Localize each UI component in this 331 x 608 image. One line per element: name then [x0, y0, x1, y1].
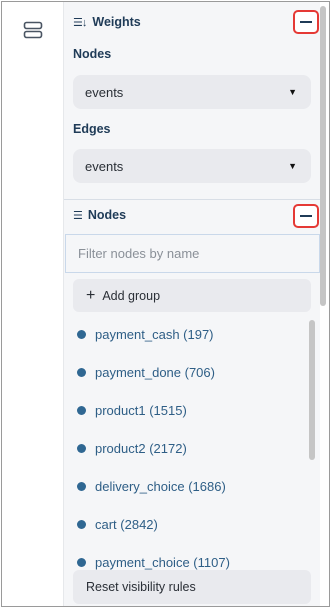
section-divider — [64, 199, 320, 200]
node-dot — [77, 520, 86, 529]
node-dot — [77, 444, 86, 453]
list-item[interactable]: product1 (1515) — [77, 403, 187, 418]
node-list: payment_cash (197) payment_done (706) pr… — [64, 316, 320, 570]
edges-weight-select[interactable]: events ▼ — [73, 149, 311, 183]
add-group-label: Add group — [102, 288, 161, 303]
weights-collapse-button[interactable] — [293, 10, 319, 34]
node-label: product2 (2172) — [95, 441, 187, 456]
left-rail — [2, 2, 64, 606]
filter-nodes-input[interactable]: Filter nodes by name — [65, 234, 320, 273]
node-dot — [77, 482, 86, 491]
panel-scrollbar[interactable] — [320, 6, 326, 606]
caret-down-icon: ▼ — [288, 87, 297, 97]
node-label: payment_choice (1107) — [95, 555, 230, 570]
node-dot — [77, 368, 86, 377]
reset-visibility-button[interactable]: Reset visibility rules — [73, 570, 311, 604]
sort-icon: ☰↓ — [73, 16, 87, 29]
nodes-weight-label: Nodes — [73, 47, 112, 61]
sidebar-frame: ☰↓ Weights Nodes events ▼ Edges events ▼… — [1, 1, 330, 607]
edges-weight-value: events — [85, 158, 124, 174]
nodes-title: Nodes — [87, 208, 127, 222]
node-dot — [77, 558, 86, 567]
nodes-section-header: ☰ Nodes — [73, 208, 126, 222]
nodes-weight-select[interactable]: events ▼ — [73, 75, 311, 109]
node-label: delivery_choice (1686) — [95, 479, 226, 494]
minus-icon — [300, 215, 312, 217]
node-label: payment_cash (197) — [95, 327, 214, 342]
list-item[interactable]: cart (2842) — [77, 517, 158, 532]
node-label: cart (2842) — [95, 517, 158, 532]
list-item[interactable]: delivery_choice (1686) — [77, 479, 226, 494]
list-item[interactable]: payment_choice (1107) — [77, 555, 230, 570]
minus-icon — [300, 21, 312, 23]
caret-down-icon: ▼ — [288, 161, 297, 171]
list-item[interactable]: payment_cash (197) — [77, 327, 214, 342]
weights-section-header: ☰↓ Weights — [73, 15, 141, 29]
weights-title: Weights — [92, 15, 141, 29]
reset-label: Reset visibility rules — [86, 580, 196, 594]
node-list-scrollbar[interactable] — [309, 320, 315, 460]
add-group-button[interactable]: + Add group — [73, 279, 311, 312]
settings-panel: ☰↓ Weights Nodes events ▼ Edges events ▼… — [64, 2, 320, 606]
node-label: product1 (1515) — [95, 403, 187, 418]
edges-weight-label: Edges — [73, 122, 111, 136]
list-item[interactable]: product2 (2172) — [77, 441, 187, 456]
plus-icon: + — [86, 286, 96, 304]
panel-scrollbar-thumb[interactable] — [320, 6, 326, 306]
list-icon: ☰ — [73, 209, 83, 222]
node-dot — [77, 330, 86, 339]
layers-icon[interactable] — [23, 21, 43, 39]
node-dot — [77, 406, 86, 415]
node-label: payment_done (706) — [95, 365, 215, 380]
filter-placeholder: Filter nodes by name — [78, 246, 200, 261]
nodes-collapse-button[interactable] — [293, 204, 319, 228]
list-item[interactable]: payment_done (706) — [77, 365, 215, 380]
nodes-weight-value: events — [85, 84, 124, 100]
